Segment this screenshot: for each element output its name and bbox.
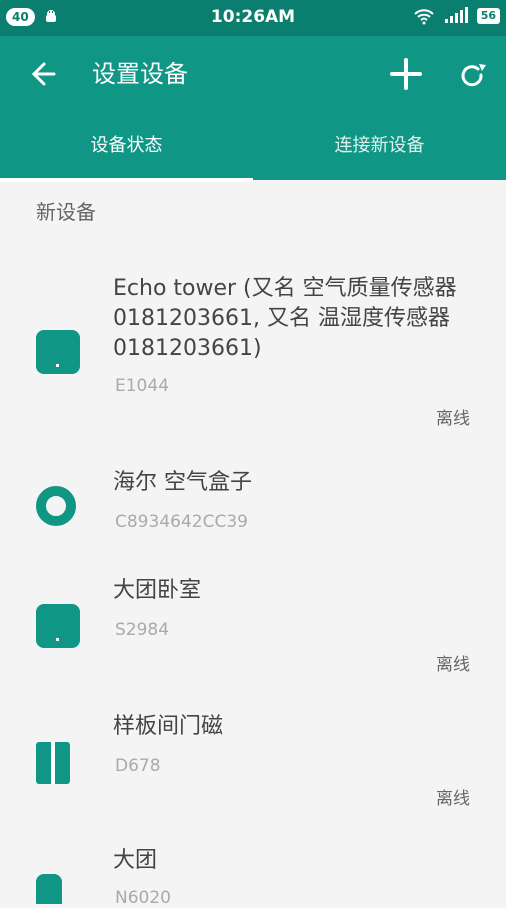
device-row-5[interactable]: 大团 N6020 <box>0 844 506 908</box>
device-row-4[interactable]: 样板间门磁 D678 离线 <box>0 708 506 818</box>
device-name: 样板间门磁 <box>113 714 224 739</box>
refresh-icon[interactable] <box>455 58 489 92</box>
device-row-2[interactable]: 海尔 空气盒子 C8934642CC39 <box>0 460 506 550</box>
device-row-3[interactable]: 大团卧室 S2984 离线 <box>0 574 506 684</box>
tab-device-status[interactable]: 设备状态 <box>0 126 253 182</box>
device-name: 海尔 空气盒子 <box>113 470 252 495</box>
add-icon[interactable] <box>388 56 424 92</box>
air-box-icon <box>36 486 76 526</box>
wifi-icon <box>413 7 435 25</box>
signal-icon <box>443 7 469 25</box>
device-id: E1044 <box>115 376 170 396</box>
device-name: 大团 <box>113 848 158 873</box>
battery-indicator: 56 <box>476 8 500 24</box>
tabs: 设备状态 连接新设备 <box>0 126 506 182</box>
device-square-icon <box>36 604 80 648</box>
tab-connect-new-device[interactable]: 连接新设备 <box>253 126 506 180</box>
section-header: 新设备 <box>36 200 96 224</box>
device-id: N6020 <box>115 888 171 908</box>
app-bar: 设置设备 设备状态 连接新设备 <box>0 36 506 182</box>
device-row-1[interactable]: Echo tower (又名 空气质量传感器0181203661, 又名 温湿度… <box>0 270 506 440</box>
device-name: 大团卧室 <box>113 578 202 603</box>
status-right: 56 <box>413 7 500 25</box>
back-icon[interactable] <box>26 58 58 90</box>
door-sensor-icon <box>36 742 70 784</box>
device-status: 离线 <box>436 789 470 809</box>
device-id: S2984 <box>115 620 170 640</box>
status-bar: 40 10:26AM 56 <box>0 0 506 36</box>
device-status: 离线 <box>436 409 470 429</box>
device-id: D678 <box>115 756 161 776</box>
device-status: 离线 <box>436 655 470 675</box>
device-id: C8934642CC39 <box>115 512 248 532</box>
device-name: Echo tower (又名 空气质量传感器0181203661, 又名 温湿度… <box>113 276 457 361</box>
device-square-icon <box>36 330 80 374</box>
page-title: 设置设备 <box>92 60 188 88</box>
